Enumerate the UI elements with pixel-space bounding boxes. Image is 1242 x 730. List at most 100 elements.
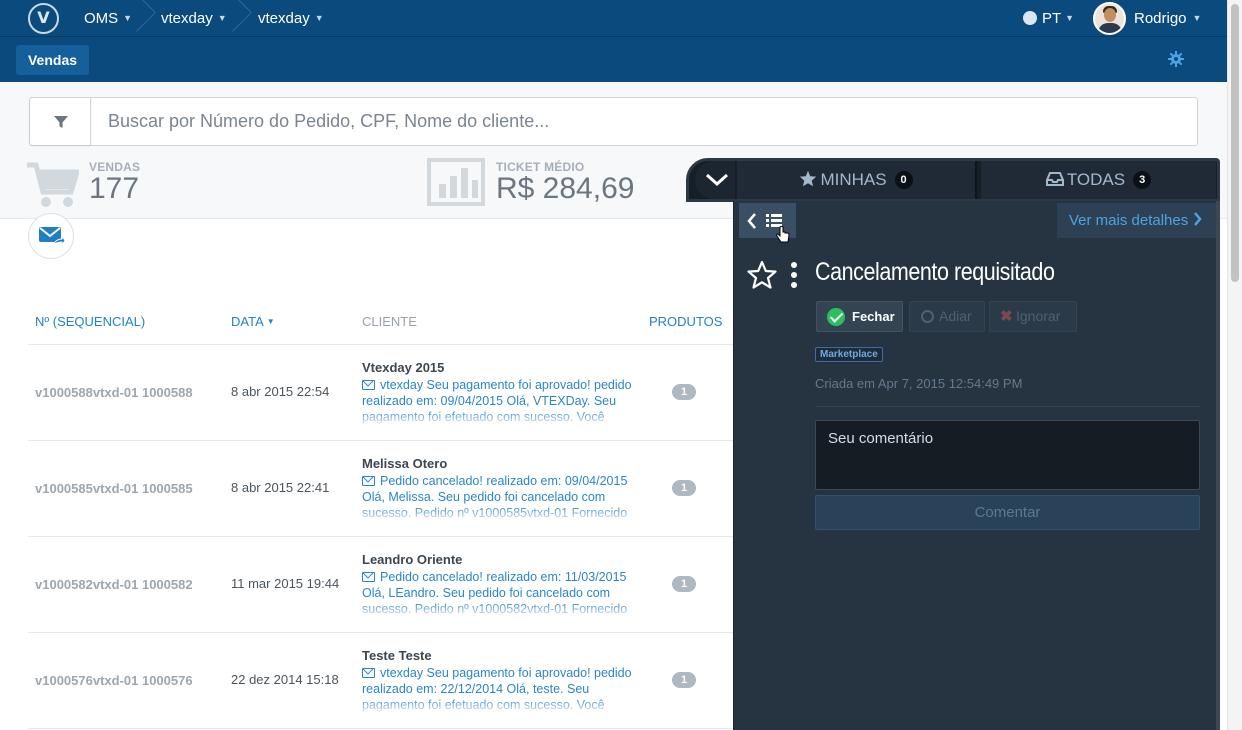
order-id[interactable]: v1000585vtxd-01 1000585 bbox=[35, 481, 193, 496]
order-date: 8 abr 2015 22:41 bbox=[231, 480, 330, 495]
user-menu[interactable]: Rodrigo ▼ bbox=[1134, 0, 1201, 37]
top-navbar: V OMS ▼ vtexday ▼ vtexday ▼ PT ▼ Rodrigo ▼ bbox=[0, 0, 1227, 37]
gear-icon[interactable] bbox=[1168, 51, 1184, 67]
email-forward-button[interactable] bbox=[28, 213, 74, 259]
chevron-down-icon: ▼ bbox=[314, 13, 324, 23]
tab-minhas[interactable]: MINHAS 0 bbox=[737, 161, 977, 199]
message-text: vtexday Seu pagamento foi aprovado! pedi… bbox=[362, 666, 632, 712]
breadcrumb-label: vtexday bbox=[161, 10, 213, 27]
fechar-button[interactable]: Fechar bbox=[816, 301, 903, 332]
cursor-hand-icon bbox=[776, 226, 790, 243]
search-bar bbox=[29, 97, 1198, 146]
language-selector[interactable]: PT ▼ bbox=[1023, 0, 1074, 37]
message-text: vtexday Seu pagamento foi aprovado! pedi… bbox=[362, 378, 632, 424]
client-name: Leandro Oriente bbox=[362, 552, 463, 567]
avatar[interactable] bbox=[1093, 2, 1126, 35]
chevron-down-icon: ▼ bbox=[1192, 13, 1202, 23]
products-count-badge: 1 bbox=[672, 576, 696, 592]
table-divider bbox=[28, 440, 733, 441]
marketplace-tag: Marketplace bbox=[815, 347, 883, 362]
table-divider bbox=[28, 632, 733, 633]
client-message[interactable]: vtexday Seu pagamento foi aprovado! pedi… bbox=[362, 377, 634, 425]
tab-count-badge: 3 bbox=[1133, 171, 1152, 189]
logo-letter: V bbox=[37, 8, 50, 27]
sort-desc-icon: ▼ bbox=[266, 317, 275, 326]
scrollbar-thumb[interactable] bbox=[1231, 4, 1239, 282]
ignorar-button[interactable]: ✖ Ignorar bbox=[989, 301, 1077, 332]
check-circle-icon bbox=[827, 308, 845, 326]
clock-icon bbox=[921, 310, 934, 323]
page-scrollbar[interactable] bbox=[1227, 0, 1242, 730]
order-id[interactable]: v1000582vtxd-01 1000582 bbox=[35, 577, 193, 592]
order-id[interactable]: v1000588vtxd-01 1000588 bbox=[35, 385, 193, 400]
breadcrumb-account[interactable]: vtexday ▼ bbox=[161, 0, 227, 37]
comentar-button[interactable]: Comentar bbox=[815, 495, 1200, 530]
link-label: Ver mais detalhes bbox=[1069, 212, 1189, 229]
order-client: Leandro Oriente Pedido cancelado! realiz… bbox=[362, 552, 634, 617]
sub-navbar: Vendas bbox=[0, 37, 1227, 82]
client-name: Vtexday 2015 bbox=[362, 360, 445, 375]
button-label: Ignorar bbox=[1016, 308, 1061, 324]
breadcrumb-label: vtexday bbox=[258, 10, 310, 27]
ticket-title: Cancelamento requisitado bbox=[815, 258, 1055, 286]
tab-vendas[interactable]: Vendas bbox=[16, 45, 89, 75]
collapse-panel-button[interactable] bbox=[695, 161, 735, 199]
column-header-sequencial[interactable]: Nº (SEQUENCIAL) bbox=[35, 314, 145, 329]
button-label: Fechar bbox=[852, 309, 895, 324]
tab-todas[interactable]: TODAS 3 bbox=[981, 161, 1216, 199]
table-divider bbox=[28, 344, 733, 345]
ver-mais-detalhes-link[interactable]: Ver mais detalhes bbox=[1057, 203, 1216, 238]
breadcrumb-separator bbox=[134, 0, 154, 37]
client-message[interactable]: vtexday Seu pagamento foi aprovado! pedi… bbox=[362, 665, 634, 713]
search-input[interactable] bbox=[108, 108, 1178, 134]
order-id[interactable]: v1000576vtxd-01 1000576 bbox=[35, 673, 193, 688]
more-vertical-icon[interactable] bbox=[791, 262, 799, 288]
table-divider bbox=[28, 728, 733, 729]
inbox-icon bbox=[1045, 172, 1064, 186]
order-client: Melissa Otero Pedido cancelado! realizad… bbox=[362, 456, 634, 521]
products-count-badge: 1 bbox=[672, 480, 696, 496]
column-header-produtos[interactable]: PRODUTOS bbox=[649, 314, 722, 329]
x-icon: ✖ bbox=[1000, 308, 1013, 325]
tab-count-badge: 0 bbox=[894, 171, 913, 189]
vtex-logo-icon[interactable]: V bbox=[28, 3, 59, 34]
order-client: Vtexday 2015 vtexday Seu pagamento foi a… bbox=[362, 360, 634, 425]
products-count-badge: 1 bbox=[672, 672, 696, 688]
star-icon[interactable] bbox=[746, 259, 778, 291]
email-forward-icon bbox=[39, 227, 65, 247]
chevron-down-icon bbox=[705, 173, 729, 187]
globe-icon bbox=[1023, 11, 1037, 25]
column-header-data[interactable]: DATA ▼ bbox=[231, 314, 275, 329]
user-name: Rodrigo bbox=[1134, 10, 1187, 27]
star-icon bbox=[800, 170, 817, 187]
client-name: Melissa Otero bbox=[362, 456, 448, 471]
chevron-left-icon bbox=[747, 213, 756, 229]
order-date: 22 dez 2014 15:18 bbox=[231, 672, 339, 687]
column-header-label: DATA bbox=[231, 314, 264, 329]
button-label: Adiar bbox=[939, 308, 972, 324]
breadcrumb-label: OMS bbox=[84, 10, 119, 27]
message-text: Pedido cancelado! realizado em: 09/04/20… bbox=[362, 474, 628, 520]
stat-value: R$ 284,69 bbox=[496, 172, 635, 205]
products-count-badge: 1 bbox=[672, 384, 696, 400]
order-date: 8 abr 2015 22:54 bbox=[231, 384, 330, 399]
filter-button[interactable] bbox=[30, 98, 91, 145]
back-to-list-button[interactable] bbox=[739, 203, 796, 243]
comment-field[interactable] bbox=[815, 420, 1200, 490]
order-date: 11 mar 2015 19:44 bbox=[231, 576, 340, 591]
adiar-button[interactable]: Adiar bbox=[909, 301, 985, 332]
client-message[interactable]: Pedido cancelado! realizado em: 11/03/20… bbox=[362, 569, 634, 617]
order-client: Teste Teste vtexday Seu pagamento foi ap… bbox=[362, 648, 634, 713]
client-message[interactable]: Pedido cancelado! realizado em: 09/04/20… bbox=[362, 473, 634, 521]
message-text: Pedido cancelado! realizado em: 11/03/20… bbox=[362, 570, 628, 616]
filter-icon bbox=[54, 116, 68, 128]
breadcrumb-store[interactable]: vtexday ▼ bbox=[258, 0, 324, 37]
client-name: Teste Teste bbox=[362, 648, 432, 663]
chevron-right-icon bbox=[1194, 212, 1202, 226]
tab-label: MINHAS bbox=[820, 170, 887, 189]
bar-chart-icon bbox=[427, 158, 485, 206]
created-timestamp: Criada em Apr 7, 2015 12:54:49 PM bbox=[815, 376, 1023, 391]
breadcrumb-separator bbox=[230, 0, 250, 37]
panel-edge bbox=[1216, 201, 1220, 730]
envelope-icon bbox=[362, 380, 375, 390]
